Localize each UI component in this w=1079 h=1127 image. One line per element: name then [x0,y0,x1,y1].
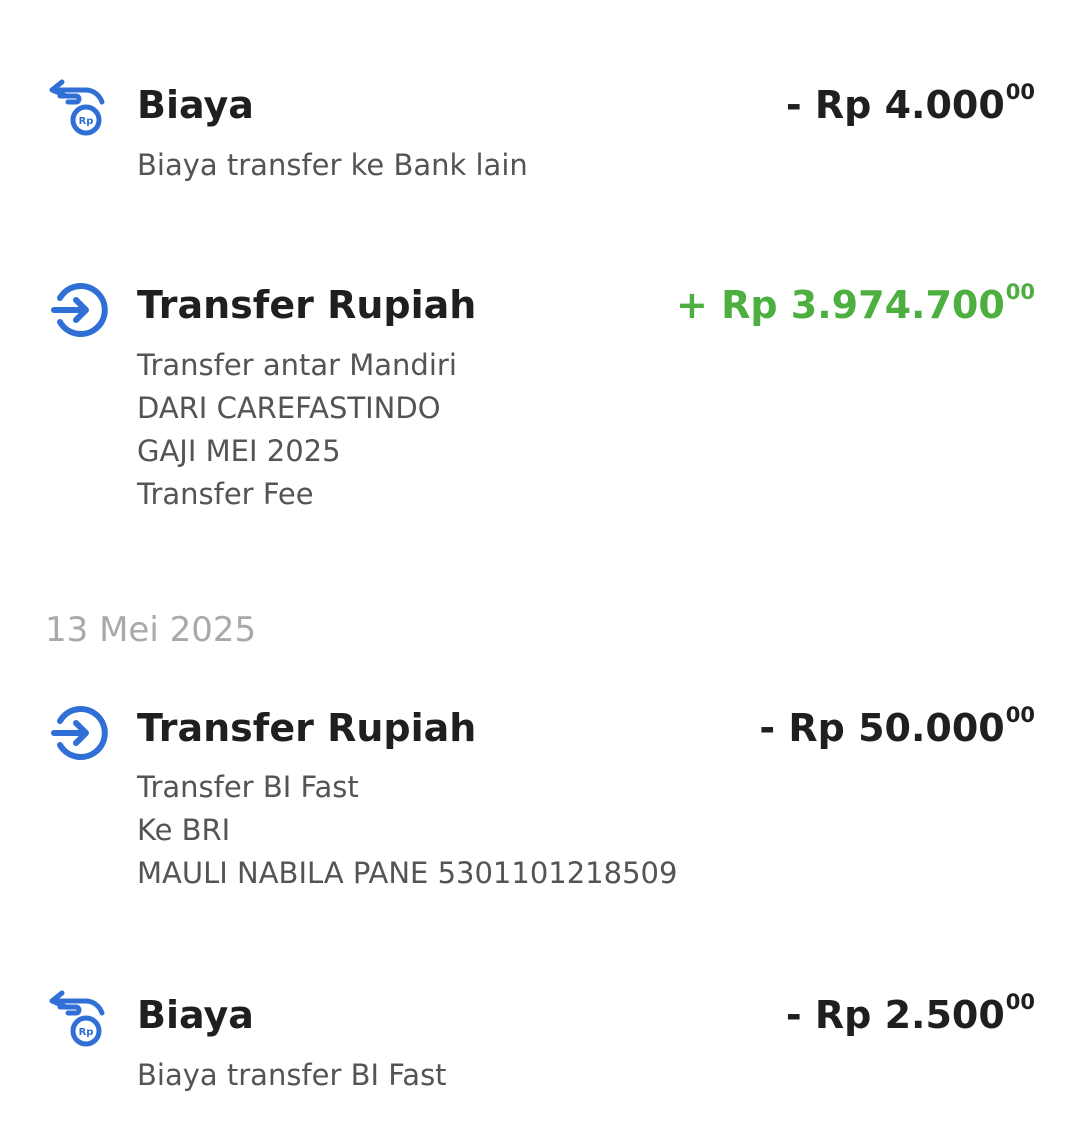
detail-line: Biaya transfer ke Bank lain [137,148,528,182]
detail-line: Ke BRI [137,813,231,847]
transaction-title: Biaya [137,83,254,127]
detail-line: Transfer Fee [137,477,314,511]
fee-hand-coin-icon: Rp [49,990,105,1047]
detail-line: GAJI MEI 2025 [137,434,341,468]
amount-cents: 00 [1005,80,1035,104]
detail-line: DARI CAREFASTINDO [137,391,441,425]
transaction-amount: - Rp 50.00000 [759,703,1035,751]
detail-line: MAULI NABILA PANE 5301101218509 [137,856,678,890]
detail-line: Transfer BI Fast [137,770,359,804]
transfer-arrow-icon [51,706,108,760]
transaction-details: Biaya transfer ke Bank lain [137,144,528,187]
transaction-amount: + Rp 3.974.70000 [676,280,1035,328]
transaction-amount: - Rp 2.50000 [785,990,1035,1038]
svg-text:Rp: Rp [79,1027,94,1038]
amount-cents: 00 [1005,703,1035,727]
transfer-arrow-icon [51,283,108,337]
svg-text:Rp: Rp [79,116,94,127]
transaction-title: Transfer Rupiah [137,706,477,750]
transaction-details: Biaya transfer BI Fast [137,1054,447,1097]
transaction-row[interactable]: Rp Biaya - Rp 4.00000 Biaya transfer ke … [0,0,1079,200]
transaction-details: Transfer antar Mandiri DARI CAREFASTINDO… [137,344,457,516]
fee-hand-coin-icon: Rp [49,79,105,136]
transaction-amount: - Rp 4.00000 [785,80,1035,128]
detail-line: Biaya transfer BI Fast [137,1058,447,1092]
amount-cents: 00 [1005,280,1035,304]
transaction-row[interactable]: Transfer Rupiah - Rp 50.00000 Transfer B… [0,620,1079,950]
transaction-title: Biaya [137,993,254,1037]
transaction-details: Transfer BI Fast Ke BRI MAULI NABILA PAN… [137,766,677,895]
amount-cents: 00 [1005,990,1035,1014]
transaction-title: Transfer Rupiah [137,283,477,327]
transaction-row[interactable]: Transfer Rupiah + Rp 3.974.70000 Transfe… [0,200,1079,560]
detail-line: Transfer antar Mandiri [137,348,457,382]
transaction-row[interactable]: Rp Biaya - Rp 2.50000 Biaya transfer BI … [0,950,1079,1127]
